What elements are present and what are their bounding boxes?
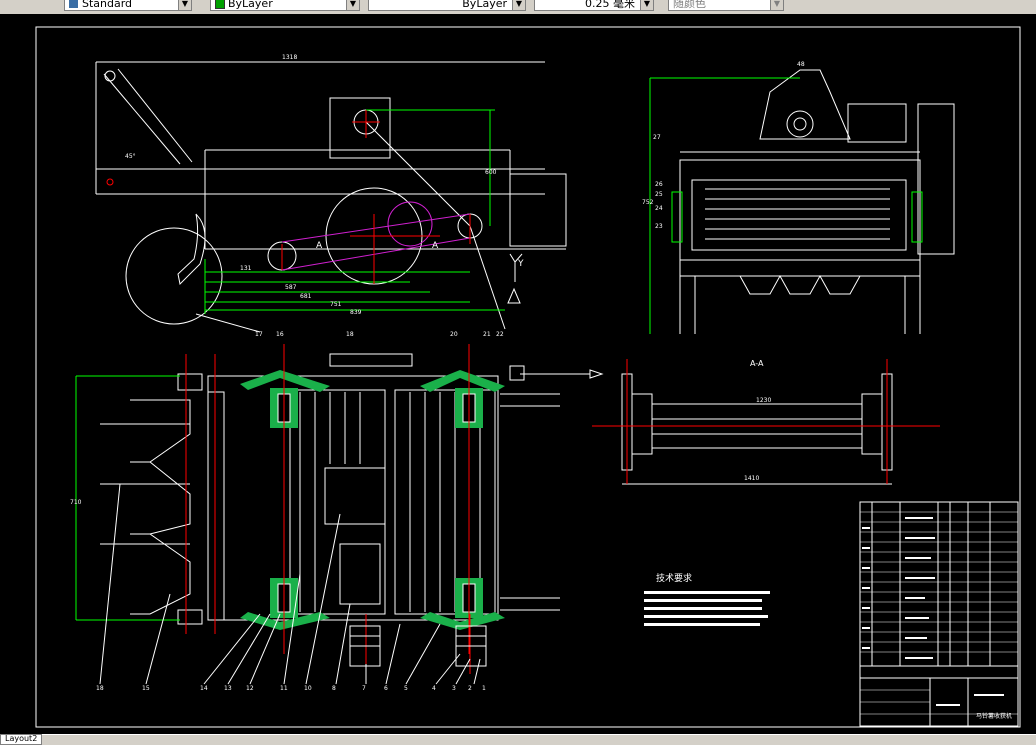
cad-drawing: 1318 600 131 587 681 751 839 45° A A Y 4… [35,26,1021,728]
side-view [679,69,955,334]
color-swatch [215,0,225,9]
svg-text:681: 681 [300,293,312,300]
side-view-dims [649,77,923,334]
title-block-name: 马铃薯收获机 [976,712,1012,720]
style-icon [69,0,78,8]
elevation-labels: 1318 600 131 587 681 751 839 45° A A Y [125,54,524,316]
svg-text:587: 587 [285,284,297,291]
svg-text:8: 8 [332,685,336,692]
svg-text:3: 3 [452,685,456,692]
svg-text:600: 600 [485,169,497,176]
svg-text:Y: Y [517,259,524,269]
technical-notes: 技术要求 [644,572,770,626]
svg-text:25: 25 [655,191,663,198]
svg-text:17: 17 [255,331,263,338]
dimension-lines [204,109,505,314]
svg-text:A: A [316,241,323,251]
drawing-canvas[interactable]: 1318 600 131 587 681 751 839 45° A A Y 4… [0,14,1036,734]
parts-list [859,501,1019,727]
chevron-down-icon: ▼ [178,0,191,10]
plan-view-dims [75,375,180,621]
chevron-down-icon: ▼ [346,0,359,10]
svg-text:839: 839 [350,309,362,316]
plan-view [100,353,604,625]
section-labels: A-A 1230 1410 [744,359,771,482]
svg-text:24: 24 [655,205,663,212]
svg-text:5: 5 [404,685,408,692]
svg-text:16: 16 [276,331,284,338]
svg-text:1410: 1410 [744,475,759,482]
plot-style-select[interactable]: 随颜色 ▼ [668,0,784,11]
svg-text:技术要求: 技术要求 [656,572,692,584]
plan-view-center-lines [185,344,471,674]
section-view [621,373,893,485]
svg-text:752: 752 [642,199,654,206]
plan-view-bearing-cores [277,393,476,613]
color-select[interactable]: ByLayer ▼ [210,0,360,11]
svg-text:7: 7 [362,685,366,692]
linetype-select[interactable]: ByLayer ▼ [368,0,526,11]
svg-text:21: 21 [483,331,491,338]
svg-text:13: 13 [224,685,232,692]
svg-text:6: 6 [384,685,388,692]
layout-tab[interactable]: Layout2 [0,734,43,745]
center-lines [281,110,471,284]
notes-lines [644,591,770,626]
svg-text:48: 48 [797,61,805,68]
chevron-down-icon: ▼ [512,0,525,10]
text-style-select[interactable]: Standard ▼ [64,0,192,11]
parts-list-rows [860,511,1018,715]
lineweight-select[interactable]: 0.25 毫米 ▼ [534,0,654,11]
plan-view-gears [349,625,487,667]
svg-text:1: 1 [482,685,486,692]
svg-text:4: 4 [432,685,436,692]
svg-text:A-A: A-A [750,359,764,368]
section-center-lines [592,359,940,484]
svg-text:12: 12 [246,685,254,692]
svg-text:14: 14 [200,685,208,692]
svg-text:131: 131 [240,265,252,272]
svg-text:27: 27 [653,134,661,141]
svg-text:23: 23 [655,223,663,230]
side-view-labels: 48 27 26 25 24 23 752 [642,61,805,230]
svg-text:45°: 45° [125,153,136,160]
svg-text:22: 22 [496,331,504,338]
svg-text:A: A [432,241,439,251]
svg-text:2: 2 [468,685,472,692]
chevron-down-icon: ▼ [770,0,783,10]
svg-text:1318: 1318 [282,54,297,61]
svg-text:710: 710 [70,499,82,506]
side-view-roller-lines [705,188,890,240]
svg-text:20: 20 [450,331,458,338]
svg-text:18: 18 [346,331,354,338]
svg-text:18: 18 [96,685,104,692]
svg-text:1230: 1230 [756,397,771,404]
properties-toolbar: Standard ▼ ByLayer ▼ ByLayer ▼ 0.25 毫米 ▼… [0,0,1036,15]
svg-text:11: 11 [280,685,288,692]
svg-text:26: 26 [655,181,663,188]
svg-text:10: 10 [304,685,312,692]
svg-text:751: 751 [330,301,342,308]
svg-text:15: 15 [142,685,150,692]
chevron-down-icon: ▼ [640,0,653,10]
